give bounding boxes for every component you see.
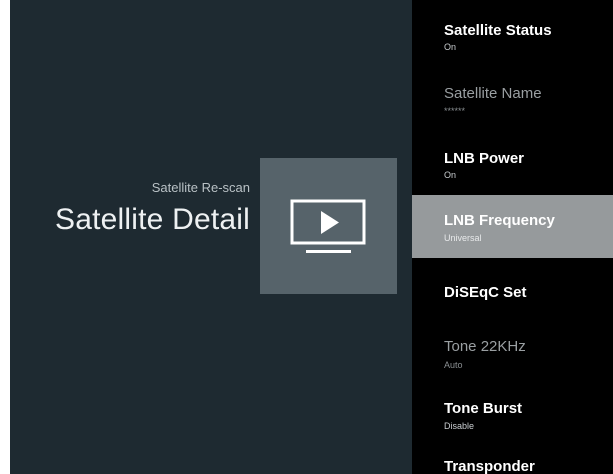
menu-item-label: Tone 22KHz (444, 338, 526, 355)
menu-item-value: On (444, 42, 457, 52)
tv-settings-screen: Satellite Re-scan Satellite Detail Satel… (10, 0, 613, 474)
menu-item-label: DiSEqC Set (444, 284, 527, 301)
page-title: Satellite Detail (55, 203, 250, 236)
menu-item-tone-22khz[interactable]: Tone 22KHz Auto (412, 323, 613, 388)
menu-item-label: Transponder (444, 458, 535, 474)
menu-item-label: Satellite Status (444, 22, 552, 39)
menu-item-transponder[interactable]: Transponder (412, 453, 613, 474)
menu-item-lnb-frequency[interactable]: LNB Frequency Universal (412, 195, 613, 258)
menu-item-label: Tone Burst (444, 400, 523, 417)
tv-tile (260, 158, 397, 294)
detail-pane: Satellite Re-scan Satellite Detail (10, 0, 412, 474)
menu-item-tone-burst[interactable]: Tone Burst Disable (412, 388, 613, 453)
menu-item-value: On (444, 170, 457, 180)
menu-item-label: LNB Frequency (444, 212, 555, 229)
menu-item-value: Auto (444, 360, 463, 370)
menu-item-lnb-power[interactable]: LNB Power On (412, 130, 613, 195)
menu-item-value: Universal (444, 233, 482, 243)
menu-item-value: Disable (444, 421, 475, 431)
menu-item-label: Satellite Name (444, 85, 542, 102)
tv-play-icon (290, 199, 366, 253)
settings-menu: Satellite Status On Satellite Name *****… (412, 0, 613, 474)
menu-item-value: ****** (444, 106, 466, 116)
menu-item-label: LNB Power (444, 150, 525, 167)
menu-item-satellite-name[interactable]: Satellite Name ****** (412, 65, 613, 130)
menu-item-diseqc-set[interactable]: DiSEqC Set (412, 258, 613, 323)
menu-item-satellite-status[interactable]: Satellite Status On (412, 0, 613, 65)
breadcrumb-subtitle: Satellite Re-scan (151, 180, 250, 195)
